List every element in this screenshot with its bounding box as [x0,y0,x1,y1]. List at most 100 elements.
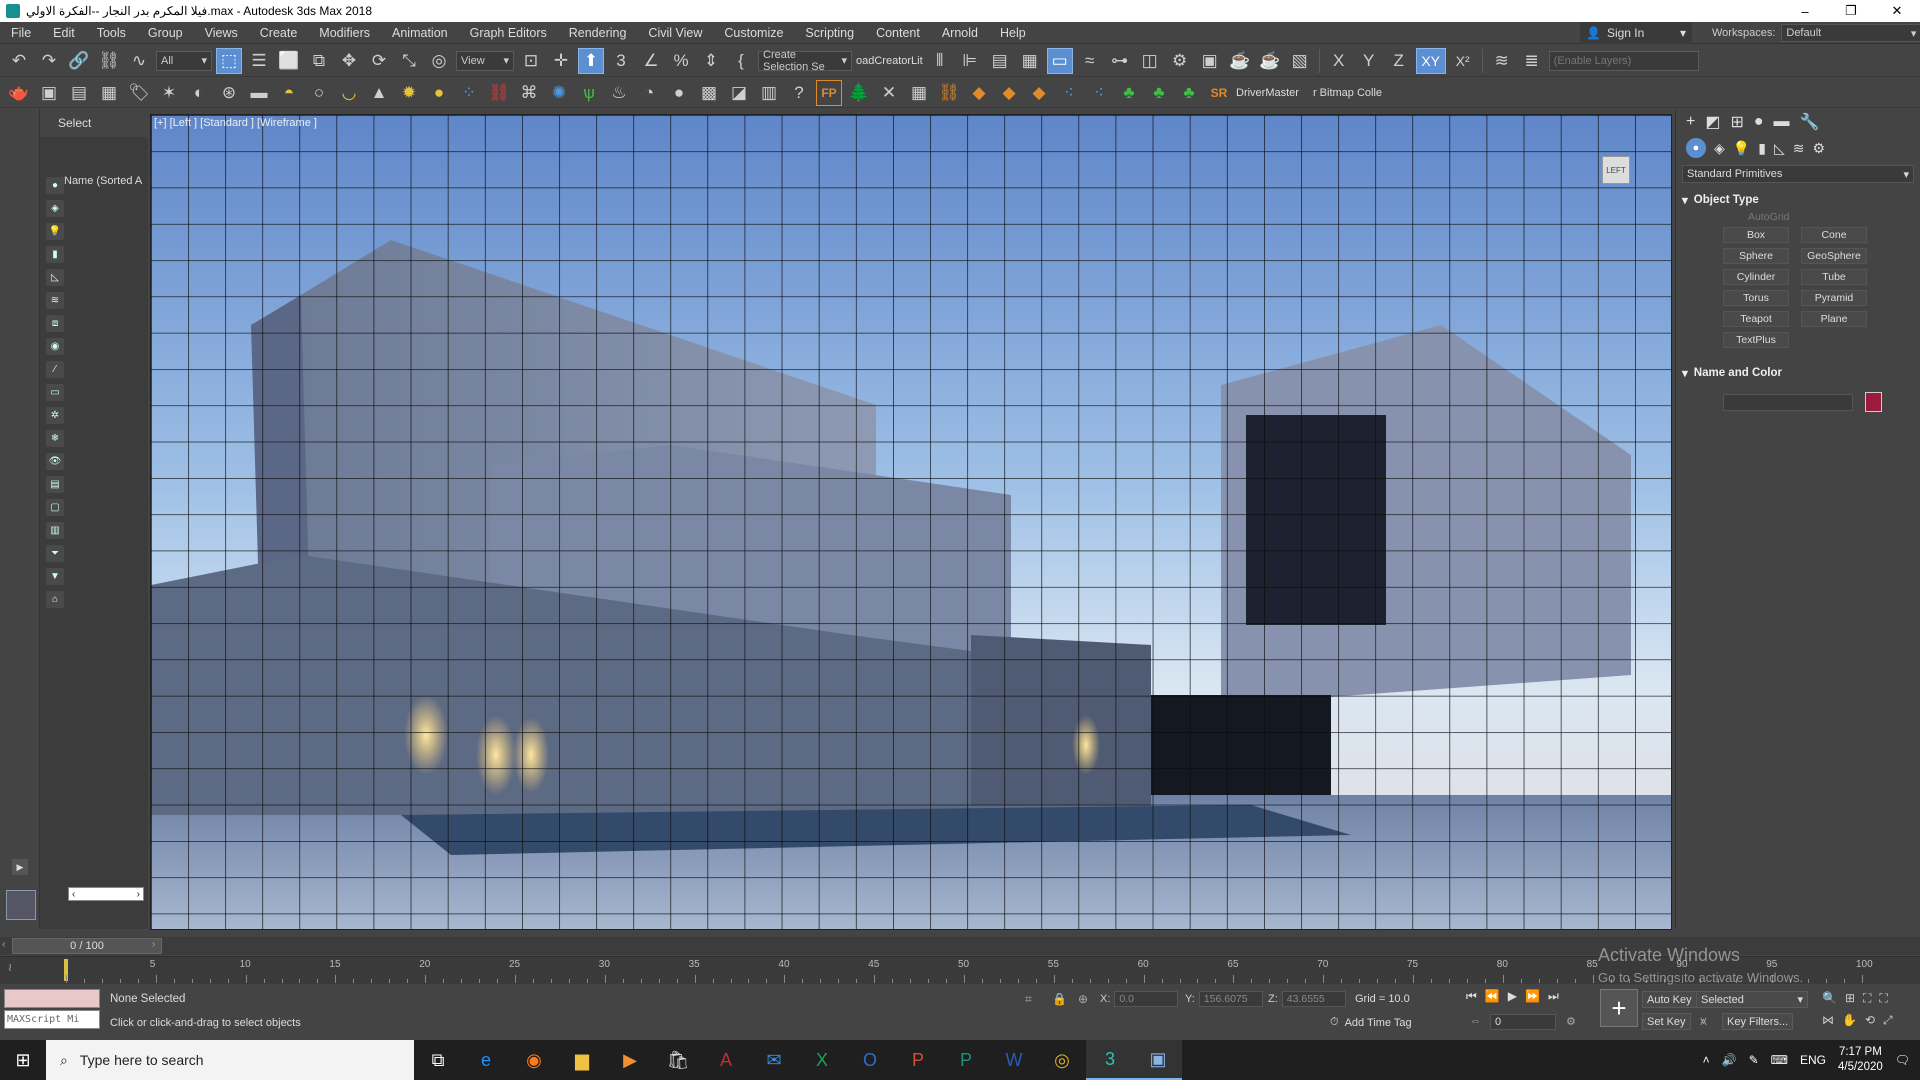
zoom-extents-all-icon[interactable]: ⛶ [1879,991,1887,1006]
grid-table-icon[interactable]: ▦ [96,80,122,106]
display-cameras-icon[interactable]: ▮ [46,246,64,263]
display-particles-icon[interactable]: ✲ [46,407,64,424]
menu-group[interactable]: Group [137,26,194,40]
link-chain-icon[interactable]: ⛓ [486,80,512,106]
auto-key-button[interactable]: Auto Key [1642,991,1697,1008]
align-icon[interactable]: ⊫ [957,48,983,74]
name-color-rollout[interactable]: ▾ Name and Color [1682,364,1914,382]
angle-snap-icon[interactable]: ∠ [638,48,664,74]
edit-named-selection-icon[interactable]: { [728,48,754,74]
unlink-icon[interactable]: ⛓ [96,48,122,74]
task-view-icon[interactable]: ⧉ [414,1040,462,1080]
spinner-snap-icon[interactable]: ⇕ [698,48,724,74]
cone-button[interactable]: Cone [1801,227,1867,243]
layers-icon[interactable]: ≋ [1489,48,1515,74]
autogrid-checkbox[interactable]: AutoGrid [1748,209,1920,225]
help-circle-icon[interactable]: ? [786,80,812,106]
notifications-icon[interactable]: 🗨 [1895,1053,1910,1067]
add-time-tag[interactable]: ⏱ Add Time Tag [1330,1016,1412,1029]
clock[interactable]: 7:17 PM 4/5/2020 [1838,1045,1883,1075]
y-field[interactable]: 156.6075 [1198,991,1263,1007]
constrain-xy-button[interactable]: XY [1415,47,1446,74]
folder-icon[interactable]: ⌂ [46,591,64,608]
motion-tab-icon[interactable]: ● [1754,113,1764,131]
display-all-icon[interactable]: ▤ [46,476,64,493]
cameras-icon[interactable]: ▮ [1758,140,1766,157]
shell-icon[interactable]: ◔ [636,80,662,106]
constrain-z-button[interactable]: Z [1386,48,1412,74]
half-moon-icon[interactable]: ◐ [186,80,212,106]
utilities-tab-icon[interactable]: 🔧 [1800,112,1820,132]
tools-cross-icon[interactable]: ✕ [876,80,902,106]
bitmap-collector-button[interactable]: r Bitmap Colle [1313,87,1382,99]
primitive-category-dropdown[interactable]: Standard Primitives ▾ [1682,165,1914,183]
teapot-icon[interactable]: 🫖 [6,80,32,106]
menu-graph-editors[interactable]: Graph Editors [459,26,558,40]
cone-prim-icon[interactable]: ▲ [366,80,392,106]
cylinder-button[interactable]: Cylinder [1723,269,1789,285]
current-frame-field[interactable]: 0 [1490,1014,1556,1030]
spreadsheet-icon[interactable]: ▦ [906,80,932,106]
network-icon[interactable]: ⌘ [516,80,542,106]
language-indicator[interactable]: ENG [1800,1053,1826,1067]
scene-converter-icon[interactable]: ▥ [756,80,782,106]
sphere-grey-icon[interactable]: ● [666,80,692,106]
zoom-icon[interactable]: 🔍 [1822,991,1837,1006]
filter-funnel-icon[interactable]: ⏷ [46,545,64,562]
keyboard-icon[interactable]: ⌨ [1771,1053,1788,1067]
play-icon[interactable]: ▶ [1508,989,1517,1004]
excel-icon[interactable]: X [798,1040,846,1080]
scene-explorer-title[interactable]: Select [58,116,91,130]
time-config-icon[interactable]: ⚙ [1566,1015,1576,1028]
menu-file[interactable]: File [0,26,42,40]
maximize-viewport-icon[interactable]: ⤢ [1883,1013,1893,1028]
menu-views[interactable]: Views [194,26,249,40]
film-icon[interactable]: ⊛ [216,80,242,106]
shapes-icon[interactable]: ◈ [1714,140,1725,157]
material-slot-icon[interactable]: ◪ [726,80,752,106]
viewcube[interactable]: LEFT [1602,156,1630,184]
helpers-icon[interactable]: ◺ [1774,140,1785,157]
menu-edit[interactable]: Edit [42,26,86,40]
set-key-big-button[interactable]: + [1600,989,1638,1027]
rect-selection-icon[interactable]: ⬜ [276,48,302,74]
goto-end-icon[interactable]: ⏭ [1548,989,1559,1004]
menu-arnold[interactable]: Arnold [931,26,989,40]
workspace-dropdown[interactable]: Default ▾ [1781,24,1920,42]
object-type-rollout[interactable]: ▾ Object Type [1682,191,1914,209]
constrain-cycle-button[interactable]: X² [1450,48,1476,74]
pyramid-button[interactable]: Pyramid [1801,290,1867,306]
textplus-button[interactable]: TextPlus [1723,332,1789,348]
file-explorer-icon[interactable]: ▆ [558,1040,606,1080]
menu-create[interactable]: Create [249,26,309,40]
menu-modifiers[interactable]: Modifiers [308,26,381,40]
key-filters-button[interactable]: Key Filters... [1722,1013,1794,1030]
curve-editor-mini-icon[interactable]: ≀ [8,961,12,974]
x-field[interactable]: 0.0 [1114,991,1179,1007]
mirror-icon[interactable]: ⫴ [927,48,953,74]
layers-dropdown[interactable]: (Enable Layers) [1548,50,1699,71]
firefox-icon[interactable]: ◉ [510,1040,558,1080]
zoom-all-icon[interactable]: ⊞ [1845,991,1855,1006]
access-icon[interactable]: A [702,1040,750,1080]
set-key-button[interactable]: Set Key [1642,1013,1691,1030]
plant-b-icon[interactable]: ♣ [1146,80,1172,106]
select-by-name-icon[interactable]: ☰ [246,48,272,74]
layer-explorer-icon[interactable]: ▤ [987,48,1013,74]
lights-icon[interactable]: 💡 [1733,140,1750,157]
drivermaster-button[interactable]: DriverMaster [1236,87,1299,99]
display-groups-icon[interactable]: ⧈ [46,315,64,332]
undo-icon[interactable]: ↶ [6,48,32,74]
effect-c-icon[interactable]: ◆ [1026,80,1052,106]
menu-animation[interactable]: Animation [381,26,459,40]
geosphere-button[interactable]: GeoSphere [1801,248,1867,264]
bowl-icon[interactable]: ◡ [336,80,362,106]
display-helpers-icon[interactable]: ◺ [46,269,64,286]
display-tab-icon[interactable]: ▬ [1774,113,1790,131]
key-mode-icon[interactable]: ⇔ [1470,1015,1481,1027]
chain-orange-icon[interactable]: ⛓ [936,80,962,106]
sphere-white-icon[interactable]: ○ [306,80,332,106]
3dsmax-icon[interactable]: 3 [1086,1040,1134,1080]
globe-net-icon[interactable]: ✺ [546,80,572,106]
move-icon[interactable]: ✥ [336,48,362,74]
